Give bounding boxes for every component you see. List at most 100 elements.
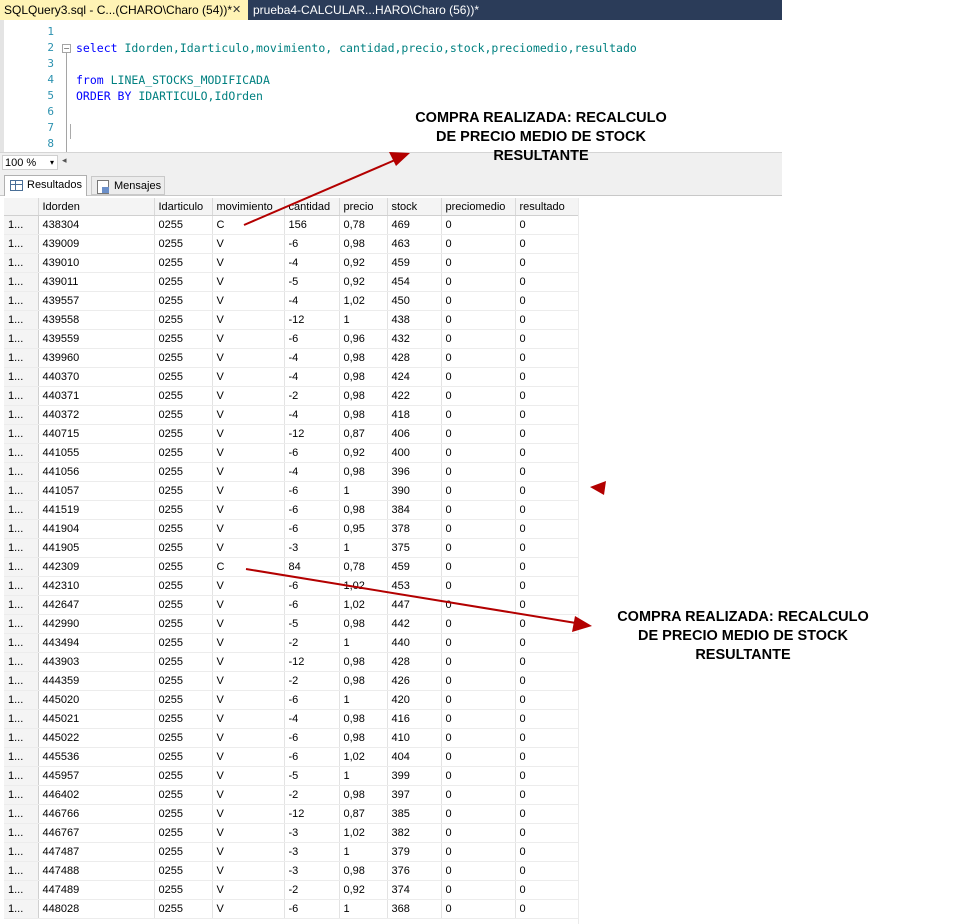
cell-resultado[interactable]: 0 xyxy=(515,633,579,653)
cell-idarticulo[interactable]: 0255 xyxy=(154,386,213,406)
cell-idorden[interactable]: 447487 xyxy=(38,842,155,862)
cell-idarticulo[interactable]: 0255 xyxy=(154,215,213,235)
cell-idorden[interactable]: 442309 xyxy=(38,557,155,577)
cell-preciomedio[interactable]: 0 xyxy=(441,348,516,368)
table-row[interactable]: 1... 442647 0255 V -6 1,02 447 0 0 xyxy=(4,595,579,615)
cell-precio[interactable]: 1 xyxy=(339,766,388,786)
row-header[interactable]: 1... xyxy=(4,633,39,653)
cell-cantidad[interactable]: -4 xyxy=(284,405,340,425)
cell-idarticulo[interactable]: 0255 xyxy=(154,329,213,349)
table-row[interactable]: 1... 446766 0255 V -12 0,87 385 0 0 xyxy=(4,804,579,824)
cell-idarticulo[interactable]: 0255 xyxy=(154,367,213,387)
close-icon[interactable]: ✕ xyxy=(232,0,241,20)
cell-resultado[interactable]: 0 xyxy=(515,424,579,444)
row-header[interactable]: 1... xyxy=(4,747,39,767)
cell-resultado[interactable]: 0 xyxy=(515,880,579,900)
cell-resultado[interactable]: 0 xyxy=(515,538,579,558)
column-header[interactable]: Idarticulo xyxy=(154,198,213,216)
cell-stock[interactable]: 384 xyxy=(387,500,442,520)
cell-cantidad[interactable]: -6 xyxy=(284,690,340,710)
cell-precio[interactable]: 0,98 xyxy=(339,234,388,254)
cell-cantidad[interactable]: -3 xyxy=(284,861,340,881)
row-header[interactable]: 1... xyxy=(4,215,39,235)
cell-idorden[interactable]: 442310 xyxy=(38,576,155,596)
cell-preciomedio[interactable]: 0 xyxy=(441,899,516,919)
cell-preciomedio[interactable]: 0 xyxy=(441,842,516,862)
table-row[interactable]: 1... 445020 0255 V -6 1 420 0 0 xyxy=(4,690,579,710)
cell-precio[interactable]: 1,02 xyxy=(339,595,388,615)
cell-idorden[interactable]: 442647 xyxy=(38,595,155,615)
cell-movimiento[interactable]: V xyxy=(212,329,285,349)
cell-idorden[interactable]: 439010 xyxy=(38,253,155,273)
cell-idarticulo[interactable]: 0255 xyxy=(154,595,213,615)
cell-stock[interactable]: 450 xyxy=(387,291,442,311)
cell-preciomedio[interactable]: 0 xyxy=(441,671,516,691)
cell-preciomedio[interactable]: 0 xyxy=(441,557,516,577)
cell-stock[interactable]: 469 xyxy=(387,215,442,235)
cell-preciomedio[interactable]: 0 xyxy=(441,367,516,387)
cell-precio[interactable]: 0,87 xyxy=(339,424,388,444)
cell-precio[interactable]: 1 xyxy=(339,690,388,710)
cell-resultado[interactable]: 0 xyxy=(515,329,579,349)
cell-movimiento[interactable]: V xyxy=(212,614,285,634)
cell-idorden[interactable]: 439011 xyxy=(38,272,155,292)
row-header[interactable]: 1... xyxy=(4,766,39,786)
cell-preciomedio[interactable]: 0 xyxy=(441,804,516,824)
cell-movimiento[interactable]: V xyxy=(212,367,285,387)
cell-stock[interactable]: 382 xyxy=(387,823,442,843)
cell-resultado[interactable]: 0 xyxy=(515,728,579,748)
cell-idarticulo[interactable]: 0255 xyxy=(154,747,213,767)
cell-resultado[interactable]: 0 xyxy=(515,367,579,387)
cell-preciomedio[interactable]: 0 xyxy=(441,614,516,634)
row-header[interactable]: 1... xyxy=(4,614,39,634)
cell-cantidad[interactable]: -2 xyxy=(284,633,340,653)
cell-idarticulo[interactable]: 0255 xyxy=(154,234,213,254)
table-row[interactable]: 1... 447489 0255 V -2 0,92 374 0 0 xyxy=(4,880,579,900)
cell-cantidad[interactable]: -6 xyxy=(284,728,340,748)
cell-stock[interactable]: 404 xyxy=(387,747,442,767)
cell-preciomedio[interactable]: 0 xyxy=(441,728,516,748)
cell-idarticulo[interactable]: 0255 xyxy=(154,728,213,748)
cell-precio[interactable]: 0,98 xyxy=(339,500,388,520)
cell-stock[interactable]: 379 xyxy=(387,842,442,862)
table-row[interactable]: 1... 445021 0255 V -4 0,98 416 0 0 xyxy=(4,709,579,729)
cell-movimiento[interactable]: C xyxy=(212,557,285,577)
cell-idorden[interactable]: 440372 xyxy=(38,405,155,425)
cell-idarticulo[interactable]: 0255 xyxy=(154,310,213,330)
cell-idarticulo[interactable]: 0255 xyxy=(154,462,213,482)
row-header[interactable]: 1... xyxy=(4,880,39,900)
cell-stock[interactable]: 376 xyxy=(387,861,442,881)
cell-stock[interactable]: 368 xyxy=(387,899,442,919)
cell-movimiento[interactable]: V xyxy=(212,443,285,463)
cell-idarticulo[interactable]: 0255 xyxy=(154,690,213,710)
cell-precio[interactable]: 0,98 xyxy=(339,785,388,805)
cell-idorden[interactable]: 441519 xyxy=(38,500,155,520)
tab-mensajes[interactable]: Mensajes xyxy=(91,176,165,195)
table-row[interactable]: 1... 444359 0255 V -2 0,98 426 0 0 xyxy=(4,671,579,691)
row-header[interactable]: 1... xyxy=(4,576,39,596)
row-header[interactable]: 1... xyxy=(4,329,39,349)
cell-precio[interactable]: 0,78 xyxy=(339,557,388,577)
table-row[interactable]: 1... 439558 0255 V -12 1 438 0 0 xyxy=(4,310,579,330)
scroll-left-icon[interactable]: ◂ xyxy=(62,156,67,166)
cell-resultado[interactable]: 0 xyxy=(515,272,579,292)
table-row[interactable]: 1... 441056 0255 V -4 0,98 396 0 0 xyxy=(4,462,579,482)
cell-movimiento[interactable]: V xyxy=(212,899,285,919)
cell-preciomedio[interactable]: 0 xyxy=(441,234,516,254)
cell-idorden[interactable]: 447489 xyxy=(38,880,155,900)
cell-movimiento[interactable]: V xyxy=(212,291,285,311)
results-grid[interactable]: Idorden Idarticulo movimiento cantidad p… xyxy=(4,198,579,919)
cell-precio[interactable]: 0,92 xyxy=(339,272,388,292)
cell-idorden[interactable]: 439558 xyxy=(38,310,155,330)
cell-stock[interactable]: 410 xyxy=(387,728,442,748)
cell-movimiento[interactable]: V xyxy=(212,861,285,881)
cell-preciomedio[interactable]: 0 xyxy=(441,500,516,520)
cell-idarticulo[interactable]: 0255 xyxy=(154,766,213,786)
cell-movimiento[interactable]: V xyxy=(212,500,285,520)
cell-preciomedio[interactable]: 0 xyxy=(441,690,516,710)
cell-preciomedio[interactable]: 0 xyxy=(441,443,516,463)
column-header[interactable]: cantidad xyxy=(284,198,340,216)
table-row[interactable]: 1... 446402 0255 V -2 0,98 397 0 0 xyxy=(4,785,579,805)
table-row[interactable]: 1... 439009 0255 V -6 0,98 463 0 0 xyxy=(4,234,579,254)
cell-preciomedio[interactable]: 0 xyxy=(441,291,516,311)
